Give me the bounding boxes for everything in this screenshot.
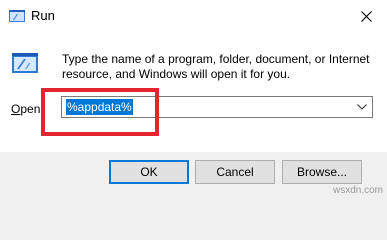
close-icon (360, 10, 372, 22)
run-large-icon (12, 53, 38, 73)
run-icon (9, 10, 25, 22)
title-bar: Run (0, 0, 387, 32)
watermark: wsxdn.com (332, 185, 383, 196)
open-label: Open: (11, 102, 44, 116)
window-title: Run (31, 8, 55, 23)
chevron-down-icon (357, 104, 367, 110)
open-label-accesskey: O (11, 102, 21, 116)
ok-button[interactable]: OK (109, 160, 189, 184)
close-button[interactable] (345, 0, 387, 32)
dialog-description: Type the name of a program, folder, docu… (62, 52, 370, 81)
cancel-button[interactable]: Cancel (195, 160, 275, 184)
browse-button[interactable]: Browse... (282, 160, 362, 184)
highlight-annotation (41, 88, 159, 136)
dropdown-button[interactable] (355, 101, 369, 113)
